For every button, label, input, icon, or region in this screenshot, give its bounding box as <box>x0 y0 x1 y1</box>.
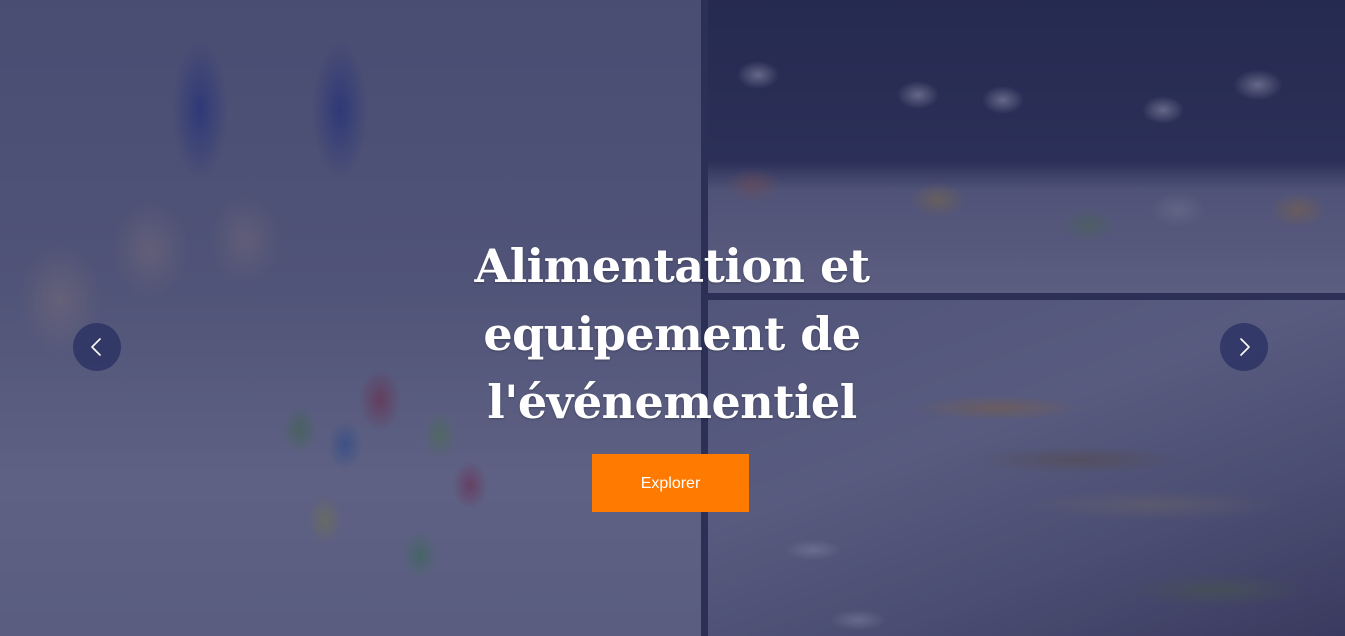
chevron-right-icon <box>1240 338 1250 356</box>
hero-content: Alimentation et equipement de l'événemen… <box>0 0 1345 636</box>
hero-slider: Alimentation et equipement de l'événemen… <box>0 0 1345 636</box>
carousel-next-button[interactable] <box>1220 323 1268 371</box>
hero-title: Alimentation et equipement de l'événemen… <box>474 239 870 429</box>
explorer-button[interactable]: Explorer <box>592 454 749 512</box>
carousel-prev-button[interactable] <box>73 323 121 371</box>
chevron-left-icon <box>91 338 101 356</box>
